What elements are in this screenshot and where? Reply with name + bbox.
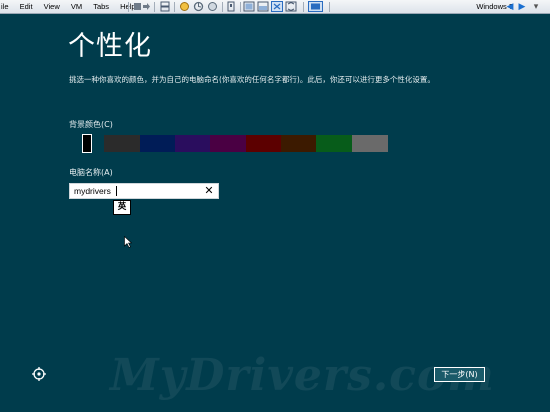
color-swatch-brown[interactable] [281, 135, 316, 152]
ease-of-access-icon[interactable] [31, 366, 47, 382]
ime-mode-indicator: 英 [113, 200, 131, 215]
menu-view[interactable]: View [44, 2, 60, 11]
menu-edit[interactable]: Edit [20, 2, 33, 11]
color-swatch-navy[interactable] [140, 135, 175, 152]
selected-color-indicator [82, 134, 92, 153]
dropdown-arrow-icon[interactable]: ▾ [531, 1, 541, 12]
background-color-label: 背景颜色(C) [69, 120, 113, 129]
snapshot-icon[interactable] [179, 1, 190, 12]
toolbar-separator [128, 2, 129, 12]
toolbar-separator [329, 2, 330, 12]
page-description: 挑选一种你喜欢的颜色，并为自己的电脑命名(你喜欢的任何名字都行)。此后，你还可以… [69, 75, 435, 84]
menu-file[interactable]: ile [1, 2, 9, 11]
page-title: 个性化 [68, 31, 152, 62]
color-swatch-maroon[interactable] [246, 135, 281, 152]
revert-snapshot-icon[interactable] [193, 1, 204, 12]
network-icon[interactable] [160, 1, 170, 12]
toolbar-separator [303, 2, 304, 12]
fit-guest-icon[interactable] [285, 1, 297, 12]
forward-arrow-icon[interactable]: ▶ [517, 1, 527, 12]
usb-icon[interactable] [226, 1, 236, 12]
mouse-pointer-icon [124, 236, 132, 248]
power-icon[interactable] [133, 1, 151, 12]
text-caret [116, 186, 117, 196]
color-swatch-plum[interactable] [210, 135, 246, 152]
next-button[interactable]: 下一步(N) [434, 367, 485, 382]
vmware-toolbar: ile Edit View VM Tabs Help Windo [0, 0, 550, 14]
toolbar-separator [174, 2, 175, 12]
pc-name-input[interactable] [70, 184, 202, 198]
console-view-icon[interactable] [308, 1, 323, 12]
color-swatch-charcoal[interactable] [104, 135, 140, 152]
color-swatch-teal-2[interactable] [92, 135, 104, 152]
toolbar-separator [240, 2, 241, 12]
quick-switch-icon[interactable] [243, 1, 255, 12]
full-screen-icon[interactable] [271, 1, 283, 12]
pc-name-field[interactable]: ✕ [69, 183, 219, 199]
color-swatch-gray[interactable] [352, 135, 388, 152]
clear-text-icon[interactable]: ✕ [203, 184, 215, 198]
vm-menu-bar: ile Edit View VM Tabs Help [1, 2, 136, 11]
color-swatch-green[interactable] [316, 135, 352, 152]
color-swatch-indigo[interactable] [175, 135, 210, 152]
toolbar-separator [154, 2, 155, 12]
menu-tabs[interactable]: Tabs [93, 2, 109, 11]
pc-name-label: 电脑名称(A) [69, 168, 113, 177]
toolbar-separator [222, 2, 223, 12]
color-swatch-teal[interactable] [69, 135, 83, 152]
back-arrow-icon[interactable]: ◀ [505, 1, 515, 12]
menu-vm[interactable]: VM [71, 2, 82, 11]
snapshot-manager-icon[interactable] [207, 1, 218, 12]
unity-view-icon[interactable] [257, 1, 269, 12]
